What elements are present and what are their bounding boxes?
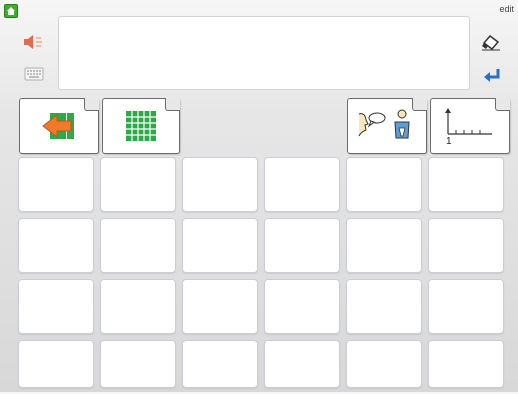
- enter-icon: [484, 69, 500, 82]
- grid-cell[interactable]: [182, 279, 258, 334]
- talk-icon: [358, 109, 410, 139]
- grid-cell[interactable]: [264, 340, 340, 388]
- symbol-grid: [18, 157, 510, 394]
- clear-button[interactable]: [480, 34, 502, 52]
- speak-enter-button[interactable]: [482, 66, 502, 84]
- grid-cell[interactable]: [182, 340, 258, 388]
- home-icon: [7, 7, 15, 15]
- grid-cell[interactable]: [18, 340, 94, 388]
- number-line-icon: 1: [445, 108, 492, 146]
- grid-cell[interactable]: [18, 157, 94, 212]
- grid-view-button[interactable]: [102, 98, 180, 154]
- speaker-button[interactable]: [22, 32, 44, 52]
- number-line-label: 1: [446, 136, 452, 146]
- numbers-button[interactable]: 1: [430, 98, 510, 154]
- back-arrow-icon: [42, 113, 74, 139]
- grid-cell[interactable]: [428, 157, 504, 212]
- grid-cell[interactable]: [100, 157, 176, 212]
- talk-button[interactable]: [347, 98, 427, 154]
- grid-cell[interactable]: [182, 157, 258, 212]
- grid-cell[interactable]: [182, 218, 258, 273]
- grid-row: [18, 279, 510, 334]
- grid-cell[interactable]: [264, 218, 340, 273]
- grid-cell[interactable]: [346, 340, 422, 388]
- home-button[interactable]: [4, 4, 18, 18]
- eraser-icon: [482, 34, 500, 51]
- speaker-muted-icon: [24, 35, 42, 49]
- grid-cell[interactable]: [100, 279, 176, 334]
- grid-row: [18, 340, 510, 388]
- grid-icon: [126, 111, 156, 141]
- message-bar[interactable]: [58, 16, 470, 90]
- grid-cell[interactable]: [346, 218, 422, 273]
- grid-cell[interactable]: [428, 218, 504, 273]
- grid-cell[interactable]: [100, 218, 176, 273]
- grid-cell[interactable]: [264, 157, 340, 212]
- keyboard-icon: [24, 67, 44, 81]
- grid-row: [18, 218, 510, 273]
- back-button[interactable]: [19, 98, 99, 154]
- grid-cell[interactable]: [18, 279, 94, 334]
- keyboard-button[interactable]: [24, 66, 44, 82]
- grid-cell[interactable]: [18, 218, 94, 273]
- edit-button[interactable]: edit: [499, 4, 514, 14]
- grid-cell[interactable]: [100, 340, 176, 388]
- grid-cell[interactable]: [346, 279, 422, 334]
- grid-cell[interactable]: [428, 340, 504, 388]
- grid-cell[interactable]: [346, 157, 422, 212]
- grid-cell[interactable]: [264, 279, 340, 334]
- grid-row: [18, 157, 510, 212]
- grid-cell[interactable]: [428, 279, 504, 334]
